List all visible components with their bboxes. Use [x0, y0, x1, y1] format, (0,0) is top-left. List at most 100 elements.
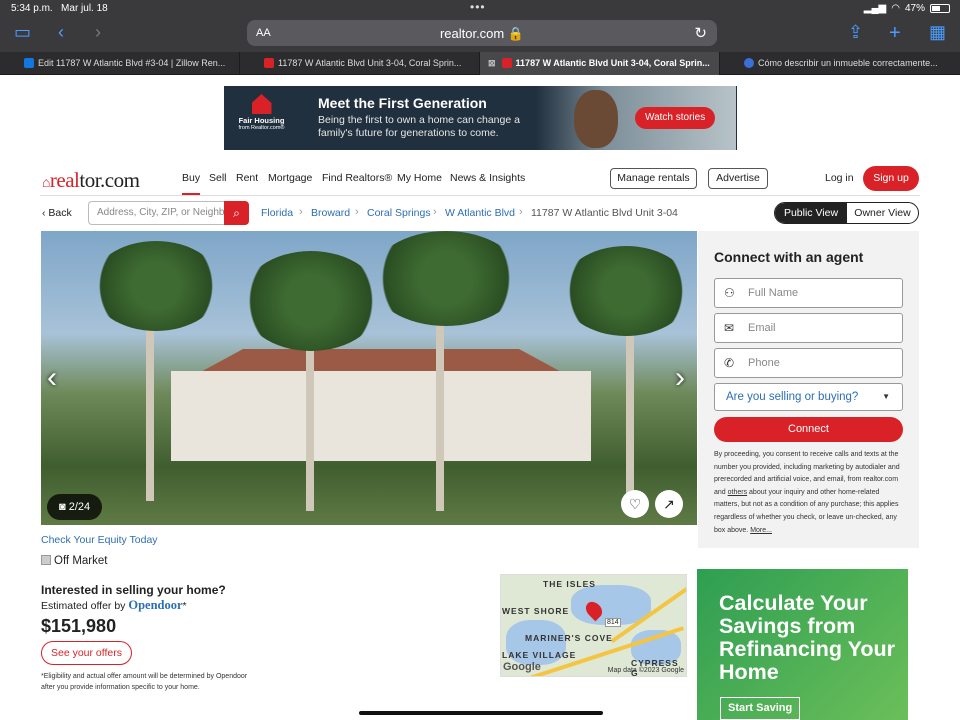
phone-field[interactable]: ✆ Phone — [714, 348, 903, 378]
advertise-button[interactable]: Advertise — [708, 168, 768, 189]
wifi-icon: ◠ — [891, 3, 900, 14]
favorite-button[interactable]: ♡ — [621, 490, 649, 518]
chevron-right-icon: › — [519, 206, 523, 218]
forward-arrow-icon[interactable]: › — [95, 22, 101, 43]
map-label-the-isles: THE ISLES — [543, 579, 596, 589]
sidebar-icon[interactable]: ▭ — [14, 22, 31, 43]
location-map[interactable]: THE ISLES WEST SHORE MARINER'S COVE LAKE… — [500, 574, 687, 677]
tab-overview-icon[interactable]: ▦ — [929, 22, 946, 43]
logo-house-icon: ⌂ — [42, 176, 50, 191]
nav-my-home[interactable]: My Home — [397, 172, 442, 184]
address-bar[interactable]: AA realtor.com 🔒 ↻ — [247, 20, 717, 46]
main-nav: ⌂realtor.com Buy Sell Rent Mortgage Find… — [0, 163, 960, 195]
reload-icon[interactable]: ↻ — [694, 24, 707, 42]
person-icon: ⚇ — [724, 286, 735, 300]
share-icon[interactable]: ⇪ — [848, 22, 863, 43]
breadcrumb-bar: ‹ Back Address, City, ZIP, or Neighborho… — [0, 200, 960, 226]
browser-toolbar: ▭ ‹ › AA realtor.com 🔒 ↻ ⇪ + ▦ — [0, 16, 960, 52]
nav-find-realtors[interactable]: Find Realtors® — [322, 172, 392, 184]
start-saving-button[interactable]: Start Saving — [720, 697, 801, 720]
nav-divider — [40, 195, 920, 196]
crumb-street[interactable]: W Atlantic Blvd — [445, 207, 515, 219]
home-indicator[interactable] — [359, 711, 603, 715]
chevron-right-icon: › — [433, 206, 437, 218]
consent-disclaimer: By proceeding, you consent to receive ca… — [714, 451, 900, 534]
share-arrow-icon: ↗ — [663, 496, 675, 512]
ad-body: Being the first to own a home can change… — [318, 114, 520, 139]
crumb-current-address: 11787 W Atlantic Blvd Unit 3-04 — [531, 207, 678, 219]
email-field[interactable]: ✉ Email — [714, 313, 903, 343]
owner-view-tab[interactable]: Owner View — [847, 203, 918, 223]
prev-photo-arrow-icon[interactable]: ‹ — [47, 361, 57, 395]
map-label-lake-village: LAKE VILLAGE — [502, 650, 577, 660]
status-time: 5:34 p.m. — [11, 3, 53, 14]
check-equity-link[interactable]: Check Your Equity Today — [41, 534, 158, 546]
agent-panel-title: Connect with an agent — [714, 249, 864, 265]
tab-realtor-2[interactable]: ⊠ 11787 W Atlantic Blvd Unit 3-04, Coral … — [480, 52, 720, 75]
see-offers-button[interactable]: See your offers — [41, 641, 132, 665]
dropdown-caret-icon: ▼ — [882, 392, 890, 401]
back-button[interactable]: ‹ Back — [42, 207, 72, 219]
status-square-icon — [41, 555, 51, 565]
listing-status: Off Market — [41, 555, 107, 567]
ad-title: Meet the First Generation — [318, 95, 487, 111]
selling-question: Interested in selling your home? — [41, 583, 226, 597]
crumb-broward[interactable]: Broward — [311, 207, 350, 219]
house-logo-icon — [251, 94, 272, 114]
refinance-promo[interactable]: Calculate Your Savings from Refinancing … — [697, 569, 908, 720]
estimated-price: $151,980 — [41, 616, 117, 636]
article-favicon-icon — [744, 58, 754, 68]
selling-buying-select[interactable]: Are you selling or buying? ▼ — [714, 383, 903, 411]
fair-housing-logo: Fair Housing from Realtor.com® — [234, 94, 289, 142]
chevron-right-icon: › — [355, 206, 359, 218]
public-view-tab[interactable]: Public View — [775, 203, 847, 223]
chevron-left-icon: ‹ — [42, 207, 46, 219]
login-link[interactable]: Log in — [825, 172, 854, 184]
search-button[interactable]: ⌕ — [224, 201, 249, 225]
signup-button[interactable]: Sign up — [863, 166, 919, 191]
close-tab-icon[interactable]: ⊠ — [488, 58, 496, 68]
more-link[interactable]: More... — [750, 527, 772, 534]
tab-realtor-1[interactable]: 11787 W Atlantic Blvd Unit 3-04, Coral S… — [240, 52, 480, 75]
battery-icon — [930, 4, 950, 13]
share-button[interactable]: ↗ — [655, 490, 683, 518]
estimated-offer-line: Estimated offer by Opendoor* — [41, 598, 187, 612]
crumb-florida[interactable]: Florida — [261, 207, 293, 219]
envelope-icon: ✉ — [724, 321, 735, 335]
connect-button[interactable]: Connect — [714, 417, 903, 442]
nav-news-insights[interactable]: News & Insights — [450, 172, 525, 184]
back-arrow-icon[interactable]: ‹ — [58, 22, 64, 43]
new-tab-plus-icon[interactable]: + — [889, 22, 901, 45]
photo-counter[interactable]: ◙ 2/24 — [47, 494, 103, 520]
realtor-logo[interactable]: ⌂realtor.com — [42, 168, 140, 193]
road-shield: 814 — [605, 618, 621, 627]
signal-icon: ▂▄▆ — [863, 3, 887, 14]
nav-rent[interactable]: Rent — [236, 172, 258, 184]
zillow-favicon-icon — [24, 58, 34, 68]
watch-stories-button[interactable]: Watch stories — [635, 107, 716, 129]
manage-rentals-button[interactable]: Manage rentals — [610, 168, 697, 189]
google-logo: Google — [503, 661, 541, 673]
tab-article[interactable]: Cómo describir un inmueble correctamente… — [720, 52, 960, 75]
next-photo-arrow-icon[interactable]: › — [675, 361, 685, 395]
map-attribution: Map data ©2023 Google — [607, 667, 684, 674]
nav-mortgage[interactable]: Mortgage — [268, 172, 312, 184]
status-bar: 5:34 p.m. Mar jul. 18 ••• ▂▄▆ ◠ 47% — [0, 0, 960, 16]
crumb-coral-springs[interactable]: Coral Springs — [367, 207, 431, 219]
view-toggle: Public View Owner View — [774, 202, 919, 224]
tab-zillow[interactable]: Edit 11787 W Atlantic Blvd #3-04 | Zillo… — [0, 52, 240, 75]
search-input[interactable]: Address, City, ZIP, or Neighborhood — [88, 201, 224, 225]
heart-icon: ♡ — [628, 496, 642, 512]
full-name-field[interactable]: ⚇ Full Name — [714, 278, 903, 308]
ad-banner[interactable]: Fair Housing from Realtor.com® Meet the … — [224, 86, 737, 150]
search-icon: ⌕ — [233, 206, 240, 220]
url-text[interactable]: realtor.com 🔒 — [247, 26, 717, 42]
others-link[interactable]: others — [728, 489, 747, 496]
status-date: Mar jul. 18 — [61, 3, 108, 14]
nav-buy[interactable]: Buy — [182, 172, 201, 195]
multitask-dots-icon[interactable]: ••• — [470, 0, 486, 14]
realtor-favicon-icon — [501, 58, 512, 68]
nav-sell[interactable]: Sell — [209, 172, 227, 184]
listing-photo[interactable]: ‹ › ◙ 2/24 ♡ ↗ — [41, 231, 697, 525]
promo-title: Calculate Your Savings from Refinancing … — [719, 591, 895, 684]
